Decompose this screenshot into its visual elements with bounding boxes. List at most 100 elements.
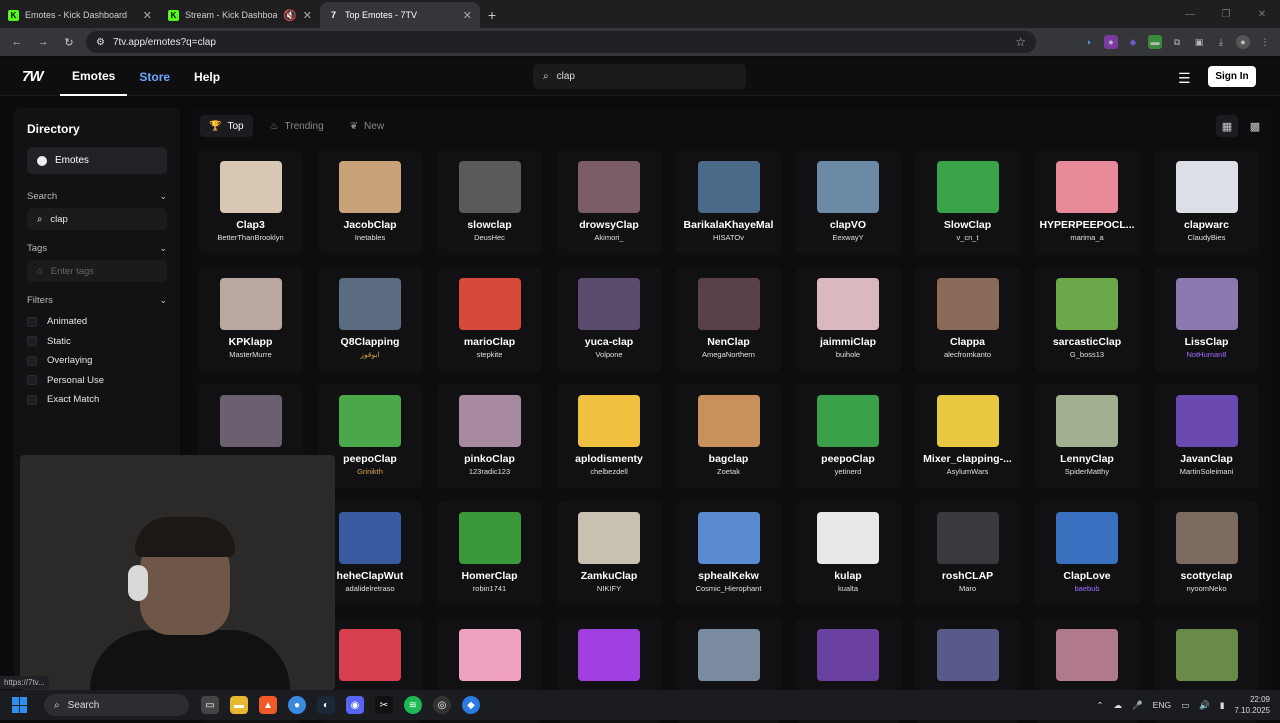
emote-owner[interactable]: chelbezdell bbox=[590, 467, 628, 476]
emote-card[interactable]: Q8Clapping ابوقوز bbox=[317, 267, 423, 372]
emote-card[interactable]: Clap3 BetterThanBrooklyn bbox=[198, 150, 303, 255]
emote-owner[interactable]: buihole bbox=[836, 350, 860, 359]
emote-owner[interactable]: G_boss13 bbox=[1070, 350, 1104, 359]
extension-icon[interactable]: ◆ bbox=[1126, 35, 1140, 49]
battery-icon[interactable]: ▮ bbox=[1220, 700, 1225, 711]
emote-card[interactable]: KPKlapp MasterMurre bbox=[198, 267, 303, 372]
site-info-icon[interactable]: ⚙ bbox=[96, 37, 105, 48]
emote-card[interactable]: kulap kualta bbox=[795, 501, 901, 606]
discord-icon[interactable]: ◉ bbox=[346, 696, 364, 714]
emote-owner[interactable]: Akimori_ bbox=[594, 233, 623, 242]
emote-owner[interactable]: MasterMurre bbox=[229, 350, 272, 359]
emote-owner[interactable]: alecfromkanto bbox=[944, 350, 991, 359]
emote-card[interactable]: JavanClap MartinSoleimani bbox=[1154, 384, 1259, 489]
sign-in-button[interactable]: Sign In bbox=[1208, 66, 1256, 87]
emote-owner[interactable]: Zoetak bbox=[717, 467, 740, 476]
emote-card[interactable]: drowsyClap Akimori_ bbox=[556, 150, 662, 255]
emote-owner[interactable]: Grinikth bbox=[357, 467, 383, 476]
emote-card[interactable]: ZamkuClap NIKIFY bbox=[556, 501, 662, 606]
app-icon[interactable]: ◆ bbox=[462, 696, 480, 714]
emote-card[interactable]: jaimmiClap buihole bbox=[795, 267, 901, 372]
emote-owner[interactable]: Maro bbox=[959, 584, 976, 593]
emote-owner[interactable]: Cosmic_Hierophant bbox=[696, 584, 762, 593]
emote-owner[interactable]: NotHuman8 bbox=[1186, 350, 1226, 359]
extension-icon[interactable]: ● bbox=[1104, 35, 1118, 49]
nav-emotes[interactable]: Emotes bbox=[60, 58, 128, 96]
brave-icon[interactable]: ▲ bbox=[259, 696, 277, 714]
mode-new[interactable]: ❦ New bbox=[341, 115, 393, 137]
emote-owner[interactable]: nyoomNeko bbox=[1186, 584, 1226, 593]
grid-large-icon[interactable]: ▦ bbox=[1216, 115, 1238, 137]
emote-owner[interactable]: Volpone bbox=[595, 350, 622, 359]
emote-card[interactable]: LennyClap SpiderMatthy bbox=[1034, 384, 1140, 489]
checkbox[interactable] bbox=[27, 355, 37, 366]
close-tab-icon[interactable]: ✕ bbox=[463, 9, 472, 22]
emote-card[interactable]: peepoClap yetinerd bbox=[795, 384, 901, 489]
spotify-icon[interactable]: ≋ bbox=[404, 696, 422, 714]
emote-card[interactable]: yuca-clap Volpone bbox=[556, 267, 662, 372]
emote-card[interactable]: Clappa alecfromkanto bbox=[915, 267, 1020, 372]
emote-owner[interactable]: EexwayY bbox=[832, 233, 863, 242]
emote-owner[interactable]: NIKIFY bbox=[597, 584, 621, 593]
mode-top[interactable]: 🏆 Top bbox=[200, 115, 253, 137]
emote-card[interactable]: JacobClap Inetables bbox=[317, 150, 423, 255]
emote-card[interactable]: roshCLAP Maro bbox=[915, 501, 1020, 606]
network-icon[interactable]: ▭ bbox=[1181, 700, 1189, 711]
clock[interactable]: 22:09 7.10.2025 bbox=[1234, 694, 1270, 716]
task-view-icon[interactable]: ▭ bbox=[201, 696, 219, 714]
hamburger-menu-icon[interactable]: ☰ bbox=[1178, 70, 1191, 87]
emote-owner[interactable]: ClaudyBies bbox=[1188, 233, 1226, 242]
emote-card[interactable]: marioClap stepkite bbox=[437, 267, 542, 372]
emote-owner[interactable]: adalidelretraso bbox=[345, 584, 394, 593]
filters-section-header[interactable]: Filters ⌄ bbox=[27, 295, 167, 306]
site-search-input[interactable]: ⌕ clap bbox=[533, 64, 746, 89]
emote-card[interactable]: BarikalaKhayeMal HISATOv bbox=[676, 150, 781, 255]
profile-icon[interactable]: ● bbox=[1236, 35, 1250, 49]
taskbar-search[interactable]: ⌕ Search bbox=[44, 694, 189, 716]
emote-card[interactable]: sphealKekw Cosmic_Hierophant bbox=[676, 501, 781, 606]
emote-owner[interactable]: ابوقوز bbox=[360, 350, 379, 359]
emote-owner[interactable]: kualta bbox=[838, 584, 858, 593]
emote-owner[interactable]: v_cn_t bbox=[956, 233, 978, 242]
emote-card[interactable]: LissClap NotHuman8 bbox=[1154, 267, 1259, 372]
obs-icon[interactable]: ◎ bbox=[433, 696, 451, 714]
tags-input[interactable]: ⌂ Enter tags bbox=[27, 260, 167, 282]
file-explorer-icon[interactable]: ▬ bbox=[230, 696, 248, 714]
emote-owner[interactable]: Inetables bbox=[355, 233, 385, 242]
forward-icon[interactable]: → bbox=[34, 33, 52, 51]
filter-animated[interactable]: Animated bbox=[27, 312, 167, 332]
new-tab-button[interactable]: + bbox=[480, 2, 504, 28]
filter-exact-match[interactable]: Exact Match bbox=[27, 390, 167, 410]
emote-owner[interactable]: AsylumWars bbox=[947, 467, 989, 476]
minimize-icon[interactable]: — bbox=[1172, 0, 1208, 28]
emotes-directory-button[interactable]: Emotes bbox=[27, 147, 167, 174]
bookmark-star-icon[interactable]: ☆ bbox=[1015, 35, 1026, 49]
sidepanel-icon[interactable]: ▣ bbox=[1192, 35, 1206, 49]
emote-card[interactable]: sarcasticClap G_boss13 bbox=[1034, 267, 1140, 372]
nav-help[interactable]: Help bbox=[182, 58, 232, 96]
kebab-menu-icon[interactable]: ⋮ bbox=[1258, 35, 1272, 49]
emote-owner[interactable]: DeusHec bbox=[474, 233, 505, 242]
emote-card[interactable]: scottyclap nyoomNeko bbox=[1154, 501, 1259, 606]
browser-tab[interactable]: K Stream - Kick Dashboard 🔇 ✕ bbox=[160, 2, 320, 28]
browser-tab-active[interactable]: 7 Top Emotes - 7TV ✕ bbox=[320, 2, 480, 28]
tray-chevron-up-icon[interactable]: ⌃ bbox=[1096, 700, 1103, 711]
nav-store[interactable]: Store bbox=[127, 58, 182, 96]
filter-static[interactable]: Static bbox=[27, 332, 167, 352]
sidebar-search-input[interactable]: ⌕ clap bbox=[27, 208, 167, 230]
download-icon[interactable]: ⤓ bbox=[1214, 35, 1228, 49]
tags-section-header[interactable]: Tags ⌄ bbox=[27, 243, 167, 254]
microphone-icon[interactable]: 🎤 bbox=[1132, 700, 1143, 711]
checkbox[interactable] bbox=[27, 316, 37, 327]
emote-card[interactable]: SlowClap v_cn_t bbox=[915, 150, 1020, 255]
close-window-icon[interactable]: ✕ bbox=[1244, 0, 1280, 28]
emote-owner[interactable]: stepkite bbox=[477, 350, 503, 359]
emote-owner[interactable]: marima_a bbox=[1070, 233, 1103, 242]
emote-owner[interactable]: yetinerd bbox=[835, 467, 862, 476]
emote-owner[interactable]: SpiderMatthy bbox=[1065, 467, 1109, 476]
reload-icon[interactable]: ↻ bbox=[60, 33, 78, 51]
emote-owner[interactable]: robin1741 bbox=[473, 584, 506, 593]
mode-trending[interactable]: ♨ Trending bbox=[261, 115, 333, 137]
volume-icon[interactable]: 🔊 bbox=[1199, 700, 1210, 711]
mute-icon[interactable]: 🔇 bbox=[283, 9, 297, 22]
